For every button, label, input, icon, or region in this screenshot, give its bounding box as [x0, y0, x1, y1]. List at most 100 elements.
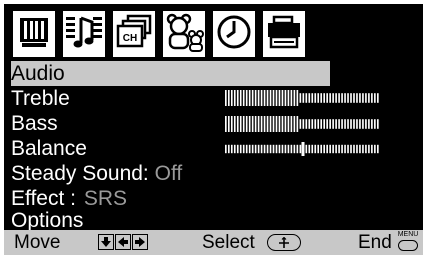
- treble-tick: [311, 93, 314, 103]
- treble-tick: [251, 90, 254, 106]
- menu-button-shape: [398, 240, 418, 251]
- balance-tick: [341, 144, 343, 154]
- bass-tick: [368, 119, 370, 129]
- bass-tick: [242, 116, 245, 132]
- tab-picture[interactable]: [11, 9, 57, 59]
- treble-tick: [257, 90, 260, 106]
- balance-tick: [266, 144, 269, 154]
- bass-tick: [356, 119, 358, 129]
- bass-tick: [230, 116, 233, 132]
- tab-setup[interactable]: [261, 9, 307, 59]
- treble-tick: [365, 93, 367, 103]
- treble-slider[interactable]: [225, 90, 380, 106]
- help-select-label: Select: [202, 232, 255, 253]
- treble-tick: [296, 90, 299, 106]
- balance-tick: [260, 144, 263, 154]
- menu-item-steady-sound[interactable]: Steady Sound: Off: [11, 161, 330, 186]
- bass-tick: [302, 119, 305, 129]
- balance-tick: [305, 144, 308, 154]
- bass-tick: [296, 116, 299, 132]
- bass-tick: [347, 119, 349, 129]
- audio-icon: [64, 12, 104, 57]
- setup-icon: [264, 12, 304, 57]
- bass-tick: [281, 116, 284, 132]
- bass-tick: [233, 116, 236, 132]
- balance-marker[interactable]: [301, 142, 305, 156]
- balance-tick: [245, 144, 248, 154]
- balance-tick: [269, 144, 272, 154]
- bass-tick: [248, 116, 251, 132]
- channel-icon: CH: [114, 12, 154, 57]
- treble-tick: [290, 90, 293, 106]
- bass-tick: [314, 119, 317, 129]
- balance-tick: [371, 144, 373, 154]
- bass-tick: [272, 116, 275, 132]
- balance-tick: [263, 144, 266, 154]
- bass-slider[interactable]: [225, 116, 380, 132]
- treble-tick: [278, 90, 281, 106]
- bass-tick: [326, 119, 328, 129]
- help-end-label: End: [358, 232, 392, 253]
- tab-channel[interactable]: CH: [111, 9, 157, 59]
- balance-tick: [227, 144, 230, 154]
- bass-tick: [275, 116, 278, 132]
- tab-audio[interactable]: [61, 9, 107, 59]
- balance-tick: [377, 144, 379, 154]
- balance-tick: [275, 144, 278, 154]
- treble-tick: [362, 93, 364, 103]
- treble-tick: [281, 90, 284, 106]
- balance-tick: [257, 144, 260, 154]
- bass-tick: [311, 119, 314, 129]
- bass-tick: [359, 119, 361, 129]
- treble-tick: [371, 93, 373, 103]
- balance-slider[interactable]: [225, 142, 380, 156]
- balance-tick: [225, 144, 227, 154]
- steady-sound-label: Steady Sound:: [11, 162, 149, 185]
- bass-tick: [335, 119, 337, 129]
- treble-tick: [248, 90, 251, 106]
- balance-tick: [287, 144, 290, 154]
- treble-tick: [320, 93, 323, 103]
- menu-button-icon: MENU: [396, 231, 420, 254]
- menu-title-audio: Audio: [11, 61, 330, 86]
- enter-button-icon: [267, 234, 301, 251]
- bass-tick: [338, 119, 340, 129]
- balance-tick: [299, 144, 302, 154]
- bass-tick: [284, 116, 287, 132]
- help-move-keys: [98, 234, 149, 250]
- treble-tick: [266, 90, 269, 106]
- balance-tick: [281, 144, 284, 154]
- effect-label: Effect: [11, 187, 65, 210]
- balance-tick: [329, 144, 331, 154]
- bass-tick: [263, 116, 266, 132]
- treble-tick: [287, 90, 290, 106]
- balance-tick: [233, 144, 236, 154]
- bass-tick: [257, 116, 260, 132]
- menu-button-label: MENU: [397, 231, 419, 238]
- balance-tick: [365, 144, 367, 154]
- balance-tick: [311, 144, 314, 154]
- treble-tick: [239, 90, 242, 106]
- tab-parental[interactable]: [161, 9, 207, 59]
- bass-tick: [362, 119, 364, 129]
- balance-level-bar: [225, 142, 379, 156]
- balance-tick: [242, 144, 245, 154]
- treble-tick: [353, 93, 355, 103]
- effect-separator: :: [70, 187, 76, 210]
- treble-tick: [260, 90, 263, 106]
- bass-tick: [329, 119, 331, 129]
- treble-tick: [230, 90, 233, 106]
- balance-tick: [293, 144, 296, 154]
- bass-tick: [317, 119, 320, 129]
- bass-tick: [269, 116, 272, 132]
- tab-timer[interactable]: [211, 9, 257, 59]
- balance-tick: [344, 144, 346, 154]
- treble-tick: [326, 93, 328, 103]
- treble-tick: [242, 90, 245, 106]
- treble-tick: [332, 93, 334, 103]
- balance-tick: [314, 144, 317, 154]
- bass-tick: [320, 119, 323, 129]
- bass-tick: [278, 116, 281, 132]
- left-arrow-icon: [115, 234, 131, 250]
- bass-tick: [254, 116, 257, 132]
